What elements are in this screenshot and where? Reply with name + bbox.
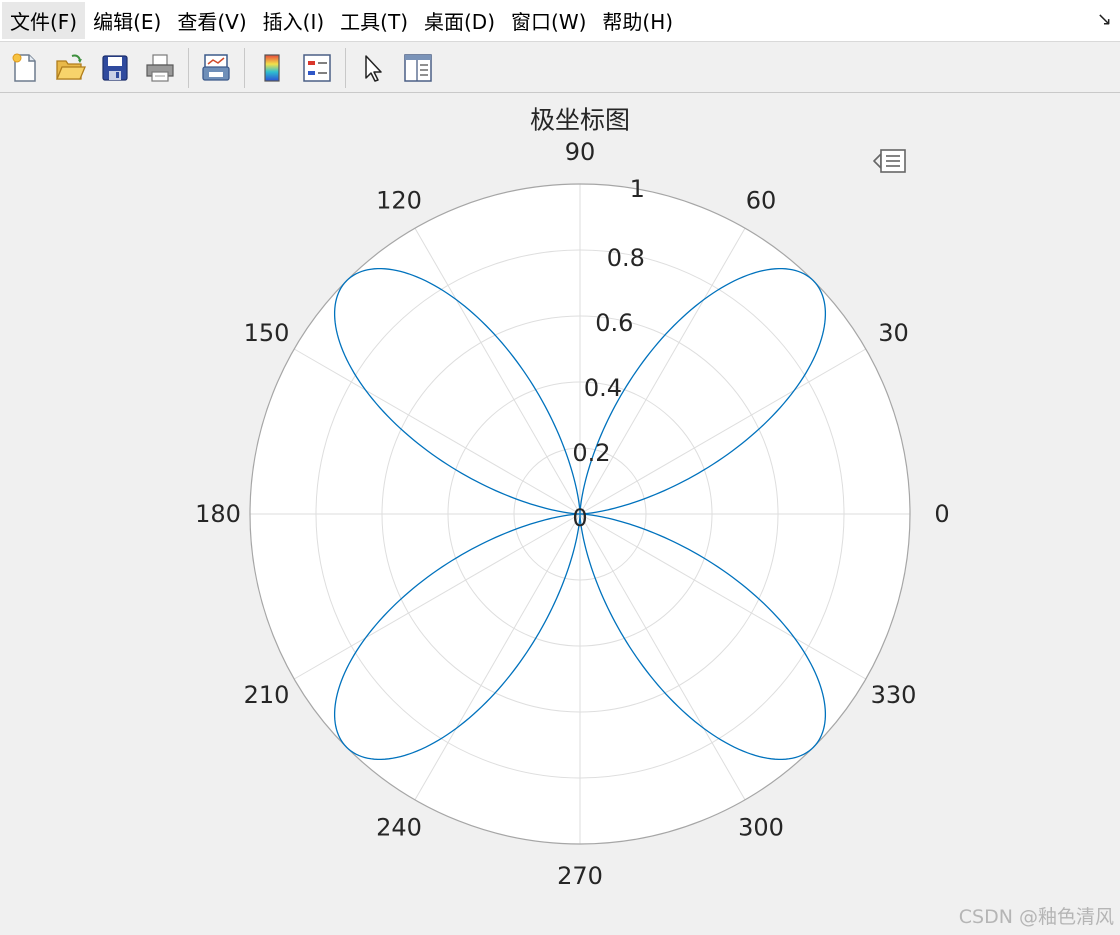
- theta-tick-label: 240: [376, 814, 422, 842]
- link-plot-icon[interactable]: [197, 49, 235, 87]
- r-tick-label: 0.6: [595, 309, 633, 337]
- toolbar-separator: [244, 47, 245, 88]
- menu-edit[interactable]: 编辑(E): [85, 2, 169, 39]
- theta-tick-label: 210: [244, 681, 290, 709]
- theta-tick-label: 300: [738, 814, 784, 842]
- theta-tick-label: 330: [871, 681, 917, 709]
- toolbar-separator: [188, 47, 189, 88]
- theta-tick-label: 30: [878, 319, 909, 347]
- theta-tick-label: 60: [746, 186, 777, 214]
- figure-canvas: 0 30 60 90 120 150 180 210 240 270 300 330 0 0.2 0.4 0.…: [0, 94, 1120, 935]
- theta-tick-label: 120: [376, 186, 422, 214]
- theta-tick-label: 150: [244, 319, 290, 347]
- undock-icon[interactable]: ↘: [1097, 9, 1112, 30]
- menu-window[interactable]: 窗口(W): [503, 2, 594, 39]
- colorbar-icon[interactable]: [253, 49, 291, 87]
- menu-desktop[interactable]: 桌面(D): [416, 2, 503, 39]
- figure-window: 文件(F) 编辑(E) 查看(V) 插入(I) 工具(T) 桌面(D) 窗口(W…: [0, 0, 1120, 935]
- save-icon[interactable]: [96, 49, 134, 87]
- watermark: CSDN @釉色清风: [958, 906, 1114, 928]
- legend-toggle-icon[interactable]: [873, 146, 907, 176]
- polar-chart: 0 30 60 90 120 150 180 210 240 270 300 330 0 0.2 0.4 0.…: [195, 106, 950, 891]
- menu-tools[interactable]: 工具(T): [332, 2, 416, 39]
- new-figure-icon[interactable]: [6, 49, 44, 87]
- pointer-icon[interactable]: [354, 49, 392, 87]
- toolbar-separator: [345, 47, 346, 88]
- menu-file[interactable]: 文件(F): [2, 2, 86, 39]
- chart-title: 极坐标图: [530, 106, 630, 135]
- open-file-icon[interactable]: [51, 49, 89, 87]
- menu-help[interactable]: 帮助(H): [594, 2, 681, 39]
- print-icon[interactable]: [141, 49, 179, 87]
- figure-toolbar: [0, 43, 1120, 93]
- menu-view[interactable]: 查看(V): [169, 2, 254, 39]
- r-tick-label: 1: [630, 175, 645, 203]
- legend-icon[interactable]: [298, 49, 336, 87]
- theta-tick-label: 270: [557, 862, 603, 890]
- menu-insert[interactable]: 插入(I): [255, 2, 333, 39]
- theta-tick-label: 90: [565, 138, 596, 166]
- theta-tick-label: 180: [195, 500, 241, 528]
- r-tick-label: 0: [572, 504, 587, 532]
- r-tick-label: 0.2: [572, 439, 610, 467]
- property-inspector-icon[interactable]: [399, 49, 437, 87]
- menu-bar: 文件(F) 编辑(E) 查看(V) 插入(I) 工具(T) 桌面(D) 窗口(W…: [0, 0, 1120, 42]
- r-tick-label: 0.4: [584, 374, 622, 402]
- r-tick-label: 0.8: [607, 244, 645, 272]
- theta-tick-label: 0: [934, 500, 949, 528]
